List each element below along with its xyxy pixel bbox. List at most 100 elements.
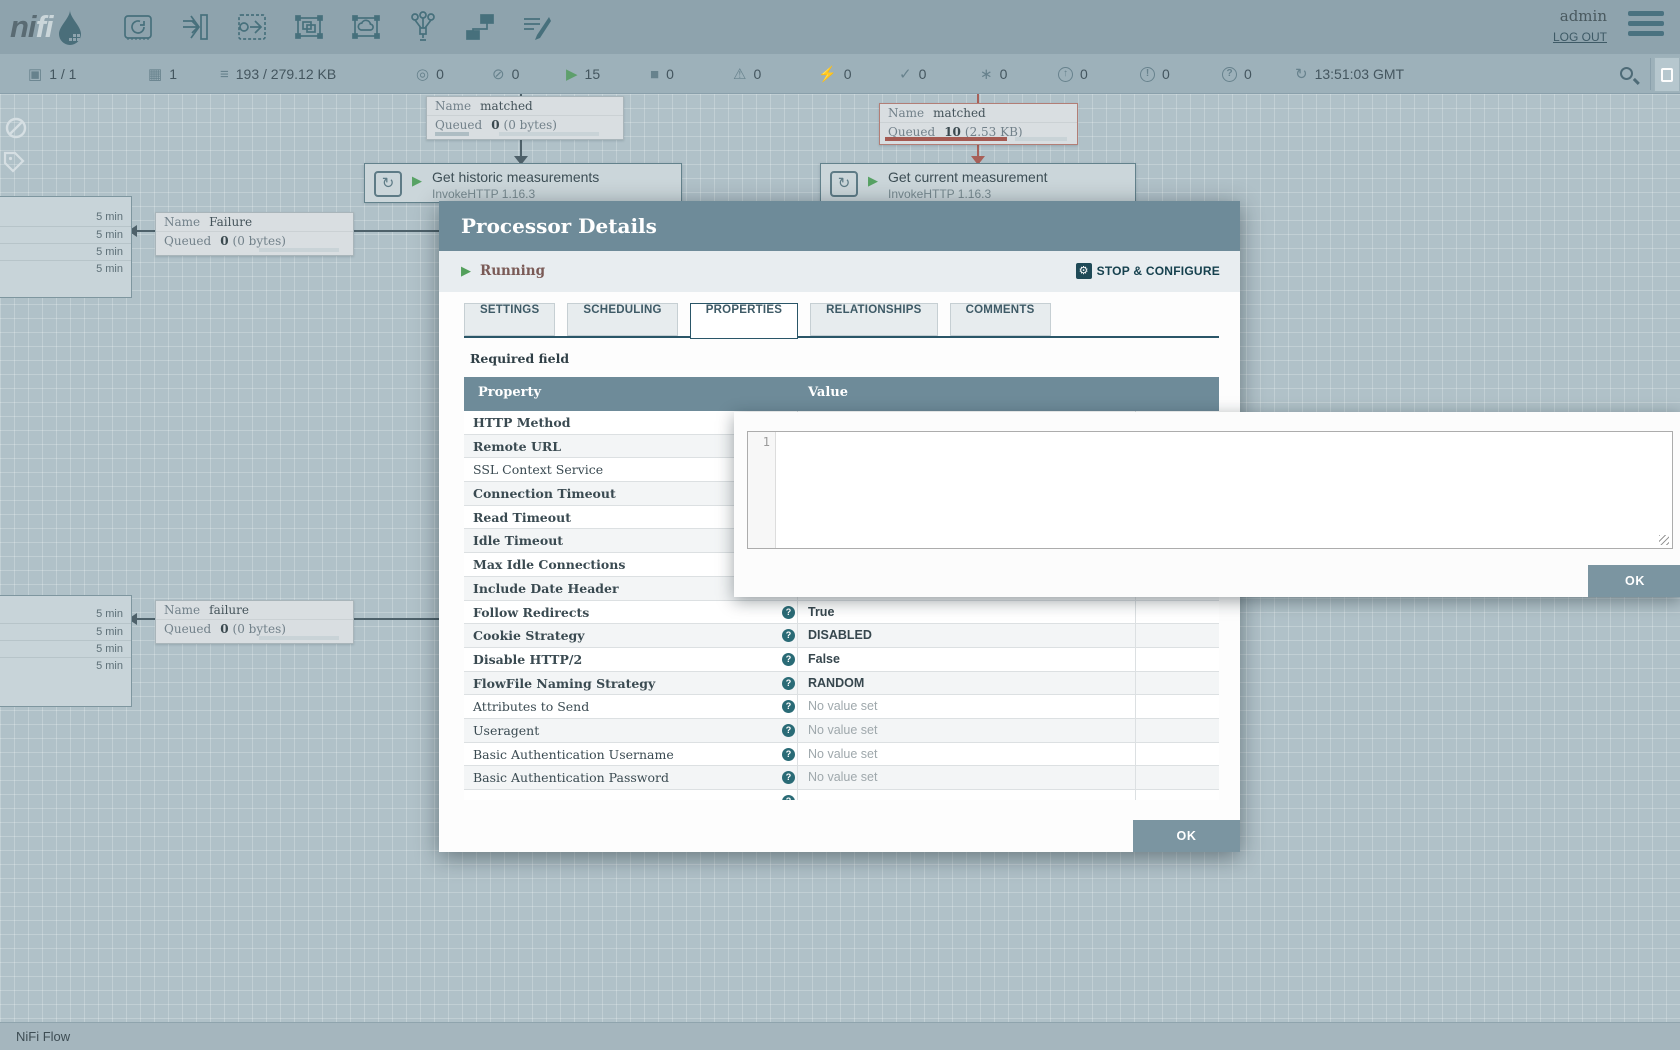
stop-and-configure-button[interactable]: ⚙ STOP & CONFIGURE [1076,263,1220,279]
help-icon[interactable]: ? [782,771,795,784]
tab-relationships[interactable]: RELATIONSHIPS [810,303,937,336]
name-label: Name [435,99,471,113]
popup-ok-button[interactable]: OK [1588,565,1680,597]
help-icon[interactable]: ? [782,700,795,713]
property-row[interactable]: ? [464,790,1219,800]
property-name: Include Date Header [473,581,619,596]
property-value: No value set [808,723,877,737]
process-group-icon[interactable] [291,8,327,46]
status-item: ! 0 [1140,54,1170,94]
processor-get-current-measurement: ↻ ▶ Get current measurement InvokeHTTP 1… [820,163,1136,203]
property-row[interactable]: Basic Authentication Password ? No value… [464,766,1219,790]
stat-row: 5 min [0,243,131,260]
property-row[interactable]: Attributes to Send ? No value set [464,695,1219,719]
tab-scheduling[interactable]: SCHEDULING [567,303,677,336]
property-name: SSL Context Service [473,462,603,477]
template-icon[interactable] [462,8,498,46]
status-item: ≡ 193 / 279.12 KB [220,54,336,94]
property-value: No value set [808,747,877,761]
user-area: admin LOG OUT [1553,7,1607,44]
threads-grid-icon: ▦ [148,67,162,82]
column-value: Value [808,385,848,400]
status-item: ? 0 [1222,54,1252,94]
property-row[interactable]: Useragent ? No value set [464,719,1219,743]
property-name: Disable HTTP/2 [473,652,582,667]
remote-process-group-icon[interactable] [348,8,384,46]
status-value: 13:51:03 GMT [1315,66,1405,82]
name-value: matched [480,99,533,113]
value-editor[interactable]: 1 [747,431,1673,549]
processor-icon[interactable] [120,8,156,46]
stop-and-configure-label: STOP & CONFIGURE [1097,264,1220,278]
logout-link[interactable]: LOG OUT [1553,30,1607,44]
name-label: Name [164,603,200,617]
queued-list-icon: ≡ [220,67,229,82]
running-status-label: Running [480,263,545,279]
property-row[interactable]: Disable HTTP/2 ? False [464,648,1219,672]
property-value: True [808,605,834,619]
label-icon[interactable] [519,8,555,46]
queued-size: (0 bytes) [504,118,557,132]
tab-properties[interactable]: PROPERTIES [690,303,798,339]
help-icon[interactable]: ? [782,795,795,800]
name-label: Name [888,106,924,120]
locally-modified-icon: ∗ [980,67,993,82]
resize-handle-icon[interactable] [1659,535,1669,545]
tab-settings[interactable]: SETTINGS [464,303,555,336]
sync-failure-icon: ? [1222,67,1237,82]
queued-count: 0 [220,622,228,636]
connection-label-failure-2: Namefailure Queued0(0 bytes) [155,600,354,644]
search-icon[interactable] [1620,67,1633,80]
stat-row: 5 min [0,623,131,640]
logo-text: fi [36,9,53,45]
stat-row: 5 min [0,209,131,226]
queued-count: 0 [220,234,228,248]
status-item: ✓ 0 [899,54,926,94]
help-icon[interactable]: ? [782,677,795,690]
global-menu-icon[interactable] [1628,11,1664,41]
nifi-logo: nifi [10,5,85,49]
processor-stub: 5 min 5 min 5 min 5 min [0,196,132,298]
refresh-icon: ↻ [1295,67,1308,82]
invalid-icon: ⚠ [733,67,746,82]
output-port-icon[interactable] [234,8,270,46]
dialog-ok-button[interactable]: OK [1133,820,1240,852]
stat-row: 5 min [0,226,131,243]
stopped-icon: ■ [650,67,659,82]
property-name: Cookie Strategy [473,628,585,643]
tab-comments[interactable]: COMMENTS [950,303,1051,336]
line-number: 1 [763,435,770,449]
queue-bar-highlighted [885,137,1007,141]
status-item: ■ 0 [650,54,674,94]
breadcrumb[interactable]: NiFi Flow [0,1023,1680,1050]
property-name: HTTP Method [473,415,570,430]
status-value: 0 [1080,66,1088,82]
property-row[interactable]: Follow Redirects ? True [464,601,1219,625]
running-icon: ▶ [566,67,578,82]
help-icon[interactable]: ? [782,724,795,737]
status-item: ▶ 15 [566,54,600,94]
divider [1650,58,1651,90]
help-icon[interactable]: ? [782,606,795,619]
input-port-icon[interactable] [177,8,213,46]
status-value: 0 [1000,66,1008,82]
queue-bar [259,248,339,252]
status-value: 0 [1244,66,1252,82]
property-row[interactable]: Basic Authentication Username ? No value… [464,743,1219,767]
panel-toggle-button[interactable] [1654,57,1680,92]
property-row[interactable]: FlowFile Naming Strategy ? RANDOM [464,672,1219,696]
queued-label: Queued [164,234,211,248]
stat-row: 5 min [0,260,131,277]
status-value: 193 / 279.12 KB [236,66,336,82]
property-row[interactable]: Cookie Strategy ? DISABLED [464,624,1219,648]
status-item: ▣ 1 / 1 [28,54,76,94]
status-item: ∗ 0 [980,54,1007,94]
funnel-icon[interactable] [405,8,441,46]
queued-size: (0 bytes) [233,622,286,636]
help-icon[interactable]: ? [782,748,795,761]
status-item: ◎ 0 [416,54,444,94]
property-value: No value set [808,770,877,784]
status-value: 1 [169,66,177,82]
help-icon[interactable]: ? [782,629,795,642]
help-icon[interactable]: ? [782,653,795,666]
